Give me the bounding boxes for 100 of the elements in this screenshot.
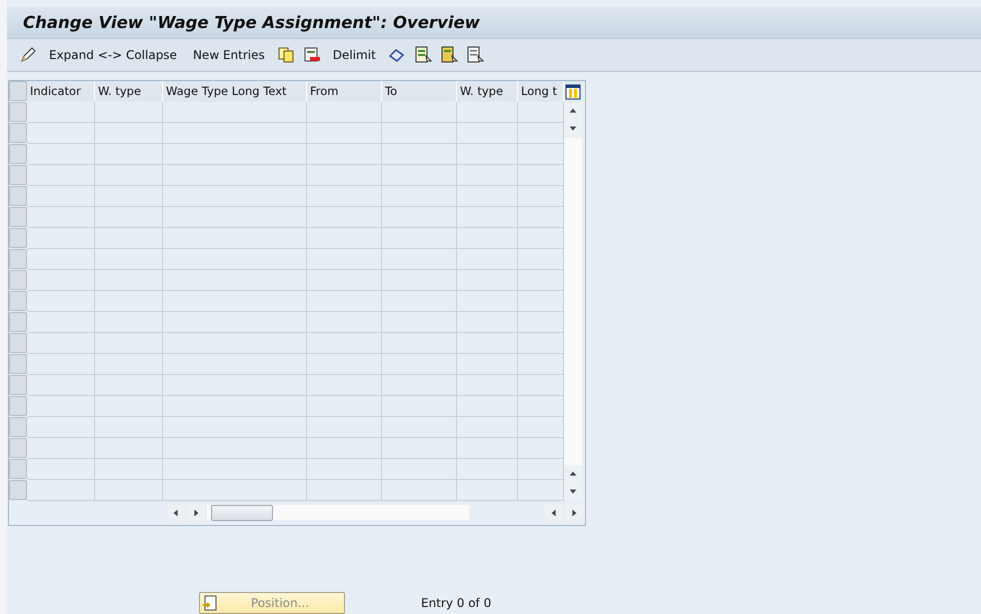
table-cell bbox=[27, 291, 95, 312]
table-cell bbox=[518, 375, 564, 396]
row-selector[interactable] bbox=[9, 249, 27, 269]
scroll-right-button[interactable] bbox=[565, 504, 583, 522]
table-cell bbox=[27, 354, 95, 375]
scroll-left-button[interactable] bbox=[167, 504, 185, 522]
table-cell bbox=[457, 165, 518, 186]
scroll-down-button[interactable] bbox=[564, 120, 582, 138]
table-cell bbox=[457, 123, 518, 144]
toolbar-button[interactable]: Expand <-> Collapse bbox=[43, 46, 183, 64]
table-cell bbox=[95, 396, 163, 417]
row-selector[interactable] bbox=[9, 144, 27, 164]
row-selector[interactable] bbox=[9, 396, 27, 416]
table-cell bbox=[95, 375, 163, 396]
table-cell bbox=[457, 207, 518, 228]
table-cell bbox=[457, 480, 518, 501]
page-down-button[interactable] bbox=[564, 483, 582, 501]
table-cell bbox=[518, 270, 564, 291]
table-cell bbox=[518, 396, 564, 417]
column-header[interactable]: W. type bbox=[457, 81, 518, 102]
table-cell bbox=[518, 123, 564, 144]
table-cell bbox=[27, 438, 95, 459]
row-selector[interactable] bbox=[9, 207, 27, 227]
table-cell bbox=[457, 375, 518, 396]
table-cell bbox=[518, 165, 564, 186]
row-selector[interactable] bbox=[9, 228, 27, 248]
table-cell bbox=[95, 291, 163, 312]
table-cell bbox=[518, 333, 564, 354]
row-selector[interactable] bbox=[9, 417, 27, 437]
table-cell bbox=[457, 144, 518, 165]
row-selector[interactable] bbox=[9, 333, 27, 353]
delete-row-icon bbox=[302, 46, 321, 64]
pencil-icon bbox=[19, 46, 37, 64]
table-cell bbox=[27, 333, 95, 354]
table-cell bbox=[457, 249, 518, 270]
table-cell bbox=[27, 249, 95, 270]
column-header[interactable]: Indicator bbox=[27, 81, 95, 102]
row-selector[interactable] bbox=[9, 480, 27, 500]
table-cell bbox=[95, 144, 163, 165]
table-cell bbox=[457, 102, 518, 123]
select-all-cell[interactable] bbox=[9, 81, 27, 101]
toolbar-button[interactable]: New Entries bbox=[186, 46, 271, 64]
row-selector[interactable] bbox=[9, 291, 27, 311]
table-cell bbox=[457, 417, 518, 438]
table-cell bbox=[27, 375, 95, 396]
table-cell bbox=[518, 417, 564, 438]
row-selector[interactable] bbox=[9, 312, 27, 332]
deselect-all-icon bbox=[466, 46, 484, 64]
table-cell bbox=[457, 291, 518, 312]
table-cell bbox=[95, 249, 163, 270]
table-cell bbox=[518, 102, 564, 123]
toolbar-button[interactable]: Delimit bbox=[326, 46, 382, 64]
table-cell bbox=[95, 270, 163, 291]
table-cell bbox=[27, 207, 95, 228]
column-settings-button[interactable] bbox=[564, 81, 582, 102]
table-cell bbox=[95, 333, 163, 354]
table-cell bbox=[27, 459, 95, 480]
scrollbar-thumb[interactable] bbox=[211, 505, 273, 521]
table-cell bbox=[27, 144, 95, 165]
row-selector[interactable] bbox=[9, 186, 27, 206]
table-cell bbox=[518, 459, 564, 480]
row-selector[interactable] bbox=[9, 438, 27, 458]
copy-icon bbox=[276, 46, 295, 64]
column-header[interactable]: W. type bbox=[95, 81, 163, 102]
scroll-left-button[interactable] bbox=[545, 504, 563, 522]
table-cell bbox=[457, 396, 518, 417]
row-selector[interactable] bbox=[9, 354, 27, 374]
table-cell bbox=[95, 312, 163, 333]
row-selector[interactable] bbox=[9, 102, 27, 122]
table-cell bbox=[518, 144, 564, 165]
table-cell bbox=[27, 270, 95, 291]
row-selector[interactable] bbox=[9, 165, 27, 185]
table-cell bbox=[518, 249, 564, 270]
table-cell bbox=[518, 438, 564, 459]
row-selector[interactable] bbox=[9, 459, 27, 479]
scroll-up-button[interactable] bbox=[564, 102, 582, 120]
column-header[interactable]: To bbox=[382, 81, 457, 102]
scroll-right-button[interactable] bbox=[187, 504, 205, 522]
row-selector[interactable] bbox=[9, 375, 27, 395]
table-settings-icon bbox=[565, 84, 581, 100]
row-selector[interactable] bbox=[9, 270, 27, 290]
table-cell bbox=[95, 165, 163, 186]
table-cell bbox=[27, 102, 95, 123]
column-header[interactable]: Wage Type Long Text bbox=[163, 81, 307, 102]
table-cell bbox=[27, 123, 95, 144]
column-header[interactable]: From bbox=[307, 81, 382, 102]
table-cell bbox=[518, 207, 564, 228]
row-selector[interactable] bbox=[9, 123, 27, 143]
select-block-icon bbox=[440, 46, 458, 64]
table-cell bbox=[518, 354, 564, 375]
column-header[interactable]: Long t bbox=[518, 81, 564, 102]
table-cell bbox=[27, 186, 95, 207]
page-up-button[interactable] bbox=[564, 465, 582, 483]
window-title: Change View "Wage Type Assignment": Overview bbox=[7, 7, 981, 39]
table-cell bbox=[95, 459, 163, 480]
table-cell bbox=[27, 480, 95, 501]
table-cell bbox=[95, 438, 163, 459]
select-all-icon bbox=[414, 46, 432, 64]
table-cell bbox=[95, 354, 163, 375]
table-cell bbox=[95, 186, 163, 207]
